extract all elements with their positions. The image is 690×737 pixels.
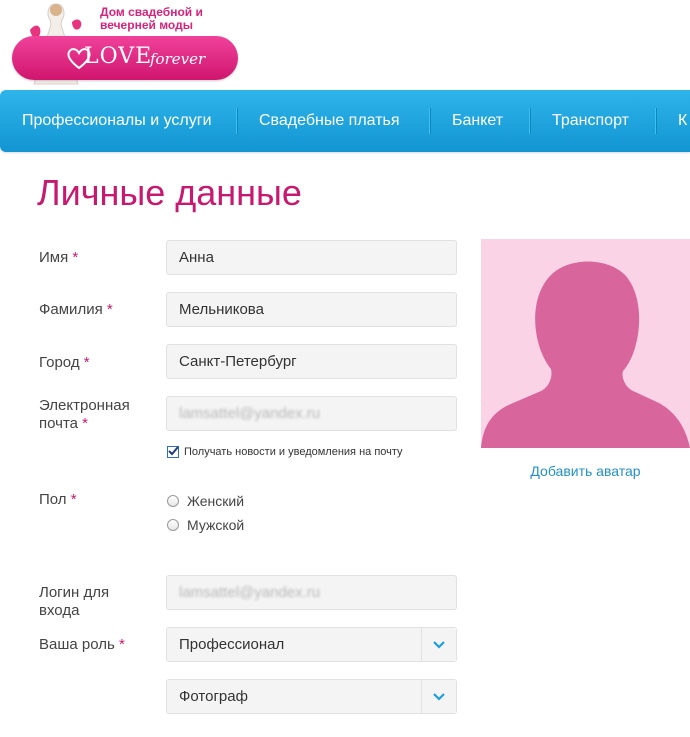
site-header: Дом свадебной и вечерней моды LOVE forev… [0, 0, 690, 90]
main-nav: Профессионалы и услуги Свадебные платья … [0, 90, 690, 152]
radio-female[interactable] [167, 495, 179, 507]
login-field[interactable]: lamsattel@yandex.ru [166, 575, 457, 610]
first-name-label: Имя * [39, 249, 79, 266]
radio-male[interactable] [167, 519, 179, 531]
nav-item-banquet[interactable]: Банкет [452, 90, 503, 152]
page-title: Личные данные [37, 172, 302, 213]
role-label: Ваша роль * [39, 636, 125, 653]
brand-tagline: Дом свадебной и вечерней моды [100, 5, 203, 32]
email-label: Электронная почта * [39, 397, 130, 432]
city-label: Город * [39, 354, 90, 371]
specialty-select[interactable]: Фотограф [166, 679, 457, 714]
city-field[interactable]: Санкт-Петербург [166, 344, 457, 379]
gender-option-male[interactable]: Мужской [167, 516, 244, 534]
newsletter-checkbox-row[interactable]: Получать новости и уведомления на почту [167, 444, 403, 460]
newsletter-label: Получать новости и уведомления на почту [184, 446, 403, 458]
nav-item-more[interactable]: К [678, 90, 687, 152]
nav-item-professionals[interactable]: Профессионалы и услуги [22, 90, 212, 152]
nav-separator [429, 108, 430, 134]
specialty-dropdown-button[interactable] [421, 680, 456, 713]
nav-item-dresses[interactable]: Свадебные платья [259, 90, 400, 152]
nav-separator [655, 108, 656, 134]
chevron-down-icon [433, 640, 445, 649]
gender-female-label: Женский [187, 493, 245, 509]
last-name-field[interactable]: Мельникова [166, 292, 457, 327]
checkmark-icon [168, 446, 179, 456]
nav-item-transport[interactable]: Транспорт [552, 90, 629, 152]
first-name-field[interactable]: Анна [166, 240, 457, 275]
newsletter-checkbox[interactable] [167, 446, 179, 458]
nav-separator [236, 108, 237, 134]
chevron-down-icon [433, 692, 445, 701]
role-select[interactable]: Профессионал [166, 627, 457, 662]
user-silhouette-icon [481, 261, 690, 448]
gender-option-female[interactable]: Женский [167, 492, 244, 510]
last-name-label: Фамилия * [39, 301, 113, 318]
avatar-placeholder[interactable] [481, 239, 690, 448]
add-avatar-link[interactable]: Добавить аватар [481, 463, 690, 479]
gender-label: Пол * [39, 491, 77, 508]
role-dropdown-button[interactable] [421, 628, 456, 661]
email-field[interactable]: lamsattel@yandex.ru [166, 396, 457, 431]
brand-wordmark: LOVE [84, 44, 153, 69]
gender-male-label: Мужской [187, 517, 245, 533]
brand-wordmark-sub: forever [150, 50, 206, 68]
login-label: Логин для входа [39, 584, 110, 619]
nav-separator [529, 108, 530, 134]
